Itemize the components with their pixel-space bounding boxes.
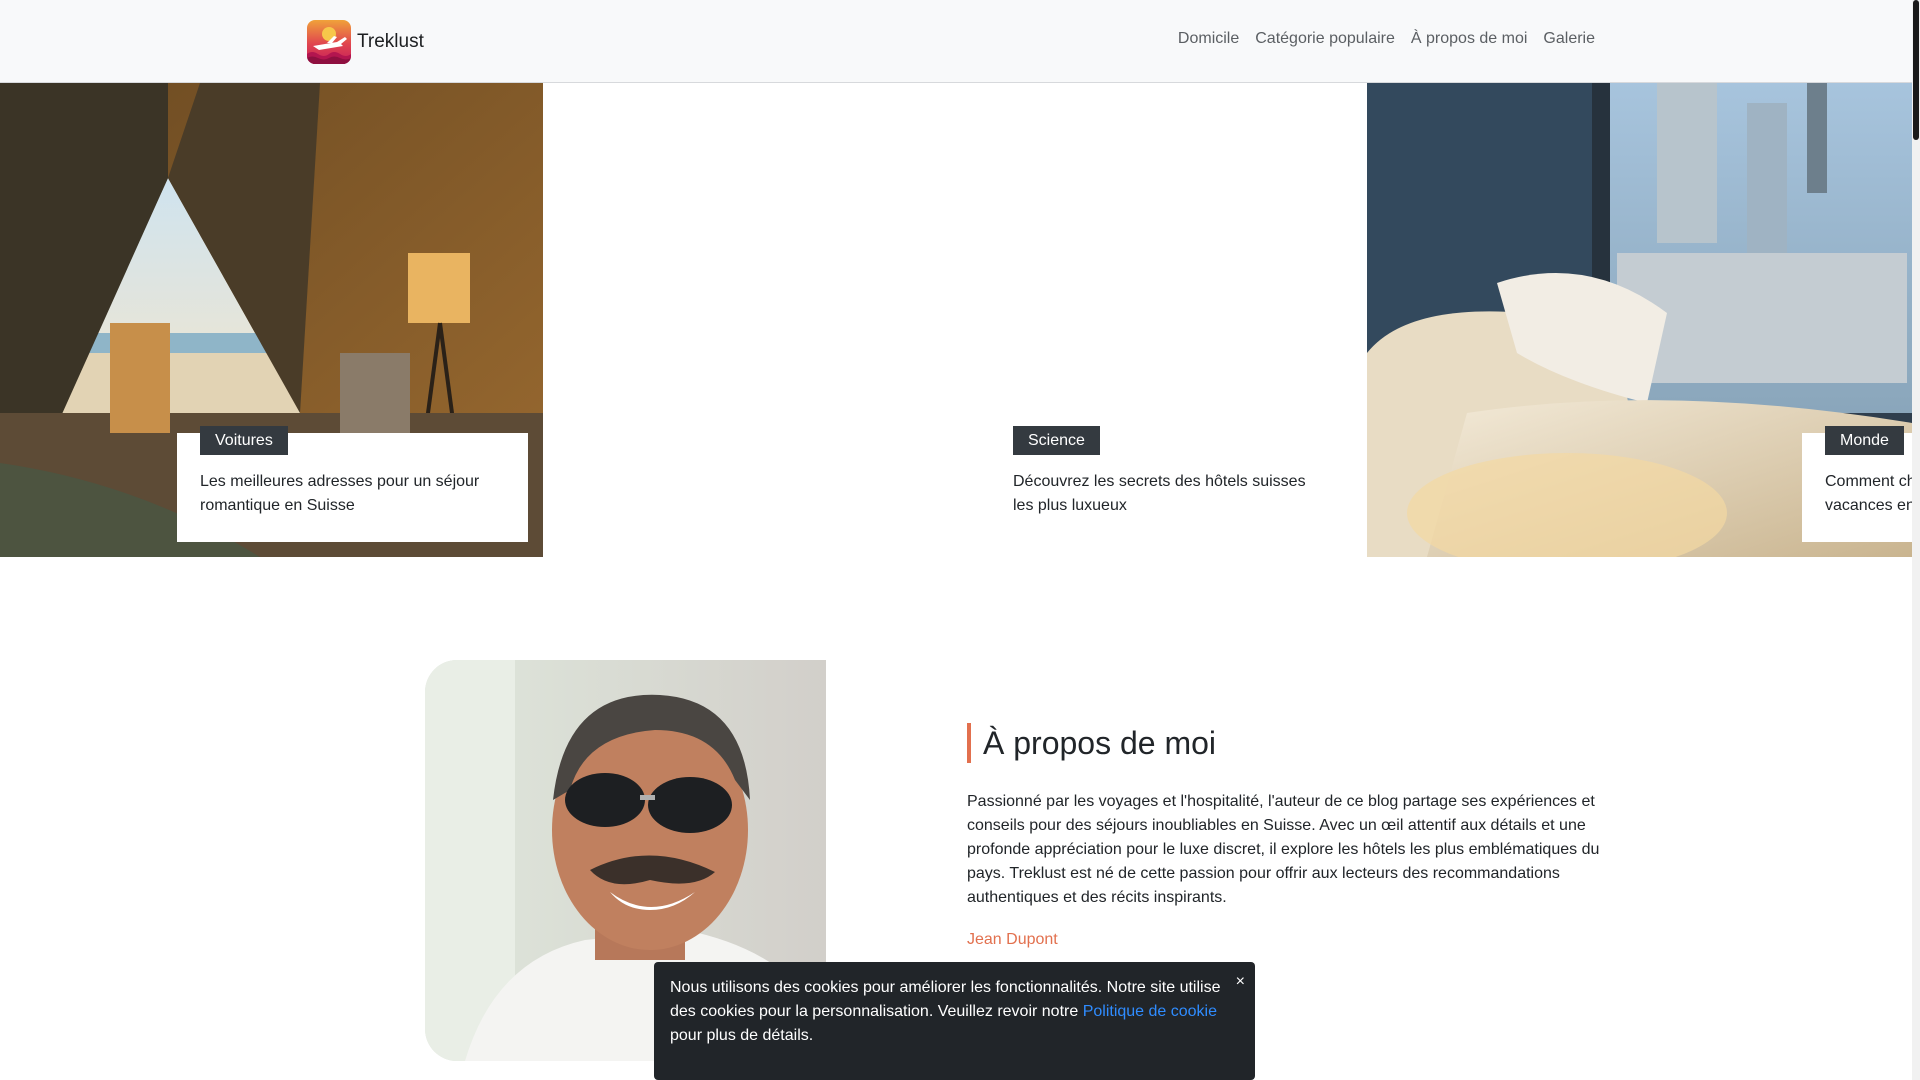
category-badge[interactable]: Science	[1013, 426, 1100, 455]
featured-carousel: Voitures Les meilleures adresses pour un…	[0, 83, 1912, 557]
cookie-banner: Nous utilisons des cookies pour améliore…	[654, 962, 1255, 1080]
scrollbar-thumb[interactable]	[1913, 0, 1919, 140]
navbar: Treklust Domicile Catégorie populaire À …	[0, 0, 1912, 83]
airplane-sunset-logo-icon	[307, 20, 351, 64]
featured-card-title[interactable]: Comment choisir l'hôtel parfait pour des…	[1825, 470, 1912, 518]
cookie-message: Nous utilisons des cookies pour améliore…	[670, 976, 1230, 1048]
author-name-link[interactable]: Jean Dupont	[967, 928, 1058, 952]
brand-name: Treklust	[357, 31, 424, 52]
featured-card-title[interactable]: Découvrez les secrets des hôtels suisses…	[1013, 470, 1323, 518]
about-heading: À propos de moi	[967, 723, 1216, 763]
category-badge[interactable]: Monde	[1825, 426, 1904, 455]
about-text: Passionné par les voyages et l'hospitali…	[967, 793, 1600, 906]
main-nav: Domicile Catégorie populaire À propos de…	[1178, 30, 1595, 48]
page-scrollbar[interactable]	[1912, 0, 1920, 1080]
close-icon[interactable]: ×	[1236, 974, 1245, 990]
featured-card-title[interactable]: Les meilleures adresses pour un séjour r…	[200, 470, 510, 518]
cookie-policy-link[interactable]: Politique de cookie	[1083, 1003, 1217, 1020]
nav-link-categorie-populaire[interactable]: Catégorie populaire	[1255, 30, 1395, 48]
category-badge[interactable]: Voitures	[200, 426, 288, 455]
nav-link-galerie[interactable]: Galerie	[1543, 30, 1595, 48]
nav-link-domicile[interactable]: Domicile	[1178, 30, 1239, 48]
cookie-text-after: pour plus de détails.	[670, 1027, 814, 1044]
nav-link-a-propos[interactable]: À propos de moi	[1411, 30, 1528, 48]
brand-link[interactable]: Treklust	[307, 20, 424, 64]
